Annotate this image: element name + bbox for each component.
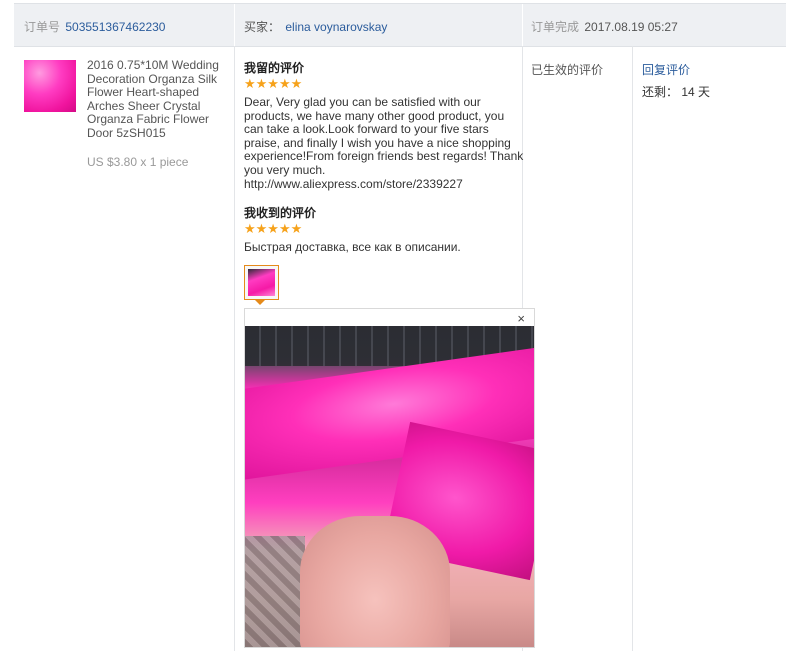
review-photo-thumbnail-image [248, 269, 275, 296]
completed-time: 2017.08.19 05:27 [584, 20, 678, 34]
review-photo-thumbnail[interactable] [244, 265, 279, 300]
buyer-group: 买家： elina voynarovskay [244, 18, 387, 35]
review-photo [245, 326, 534, 647]
buyer-name-link[interactable]: elina voynarovskay [285, 20, 387, 34]
my-review-title: 我留的评价 [244, 61, 305, 75]
header-divider [234, 4, 235, 46]
received-review-title: 我收到的评价 [244, 206, 317, 220]
remaining-days: 还剩： 14 天 [642, 85, 711, 99]
order-number-label: 订单号 [24, 20, 61, 34]
photo-table-region [245, 536, 305, 647]
order-number-link[interactable]: 503551367462230 [65, 20, 165, 34]
completed-label: 订单完成 [531, 20, 580, 34]
product-thumbnail[interactable] [24, 60, 76, 112]
received-review-stars: ★★★★★ [244, 221, 303, 236]
order-number-group: 订单号 503551367462230 [24, 18, 165, 35]
header-divider [522, 4, 523, 46]
photo-hand-region [300, 516, 450, 647]
completed-group: 订单完成 2017.08.19 05:27 [531, 18, 678, 35]
my-review-stars: ★★★★★ [244, 76, 303, 91]
reply-review-link[interactable]: 回复评价 [642, 61, 690, 78]
review-status: 已生效的评价 [531, 63, 604, 77]
review-photo-popup: × [244, 308, 535, 648]
review-panel: 订单号 503551367462230 买家： elina voynarovsk… [14, 3, 786, 651]
my-review-text: Dear, Very glad you can be satisfied wit… [244, 95, 524, 191]
order-header: 订单号 503551367462230 买家： elina voynarovsk… [14, 3, 786, 47]
received-review-text: Быстрая доставка, все как в описании. [244, 240, 461, 254]
column-divider [632, 46, 633, 651]
buyer-label: 买家： [244, 20, 281, 34]
product-title-link[interactable]: 2016 0.75*10M Wedding Decoration Organza… [87, 58, 235, 141]
review-row: 2016 0.75*10M Wedding Decoration Organza… [14, 46, 786, 651]
close-icon[interactable]: × [517, 311, 525, 326]
popup-caret [254, 299, 266, 305]
product-price: US $3.80 x 1 piece [87, 155, 189, 169]
